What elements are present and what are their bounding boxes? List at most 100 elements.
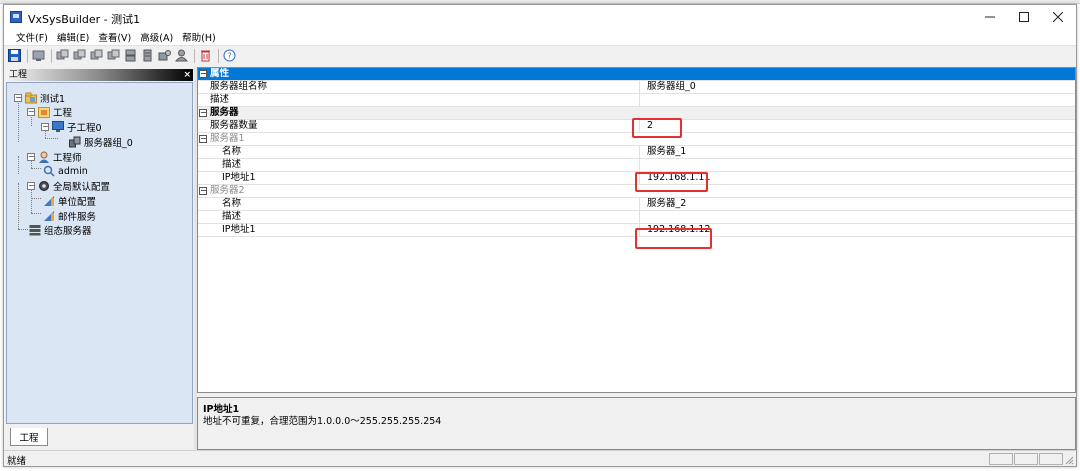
property-row[interactable]: 名称 服务器_1 — [198, 146, 1075, 159]
property-row[interactable]: 描述 — [198, 94, 1075, 107]
tree-node-root[interactable]: − 测试1 — [14, 91, 65, 105]
menu-view[interactable]: 查看(V) — [98, 30, 131, 44]
add-item-button-1[interactable] — [55, 48, 70, 63]
status-pane — [989, 453, 1013, 465]
description-text: 地址不可重复，合理范围为1.0.0.0～255.255.255.254 — [203, 416, 442, 427]
add-user-button[interactable] — [174, 48, 189, 63]
tree-line — [31, 168, 41, 169]
toolbar: ? — [4, 45, 1076, 65]
add-server-button-2[interactable] — [140, 48, 155, 63]
server-count-value[interactable]: 2 — [640, 120, 1075, 132]
status-text: 就绪 — [7, 456, 27, 467]
property-value[interactable]: 服务器_2 — [640, 198, 1075, 210]
new-project-button[interactable] — [31, 48, 46, 63]
category-server-1[interactable]: − 服务器1 — [198, 133, 1075, 146]
property-name: 名称 — [208, 198, 640, 210]
property-value[interactable] — [640, 94, 1075, 106]
save-icon — [8, 49, 21, 62]
menu-help[interactable]: 帮助(H) — [182, 30, 216, 44]
menu-edit[interactable]: 编辑(E) — [57, 30, 89, 44]
collapse-toggle[interactable]: − — [27, 108, 35, 116]
collapse-toggle[interactable]: − — [27, 182, 35, 190]
app-window: VxSysBuilder - 测试1 文件(F) 编辑(E) 查看(V) 高级(… — [3, 4, 1077, 467]
add-item-button-3[interactable] — [89, 48, 104, 63]
resize-grip-icon[interactable] — [1064, 455, 1074, 465]
server-group-icon — [69, 136, 81, 148]
pane-close-icon[interactable]: × — [183, 69, 191, 81]
add-item-button-4[interactable] — [106, 48, 121, 63]
tree-node-config-server[interactable]: 组态服务器 — [29, 223, 92, 237]
menu-advanced[interactable]: 高级(A) — [140, 30, 173, 44]
toolbar-separator — [194, 48, 195, 63]
collapse-toggle[interactable]: − — [41, 123, 49, 131]
add-item-button-2[interactable] — [72, 48, 87, 63]
tree-line — [45, 138, 58, 139]
category-server[interactable]: − 服务器 — [198, 107, 1075, 120]
delete-button[interactable] — [198, 48, 213, 63]
minimize-button[interactable] — [973, 5, 1007, 29]
property-name: 名称 — [208, 146, 640, 158]
tree-node-admin[interactable]: admin — [43, 164, 88, 178]
property-row[interactable]: 描述 — [198, 159, 1075, 172]
property-row[interactable]: IP地址1 192.168.1.11 — [198, 172, 1075, 185]
monitor-icon — [52, 121, 64, 133]
collapse-toggle[interactable]: − — [199, 135, 207, 143]
tree-line — [18, 183, 19, 229]
server-icon — [143, 49, 152, 62]
tree-node-subproject[interactable]: − 子工程0 — [41, 120, 102, 134]
collapse-toggle[interactable]: − — [199, 187, 207, 195]
menu-bar: 文件(F) 编辑(E) 查看(V) 高级(A) 帮助(H) — [4, 29, 1076, 45]
add-icon — [107, 49, 120, 60]
window-title: VxSysBuilder - 测试1 — [28, 13, 141, 26]
property-row[interactable]: 名称 服务器_2 — [198, 198, 1075, 211]
menu-file[interactable]: 文件(F) — [16, 30, 48, 44]
project-pane-header: 工程 × — [6, 69, 193, 81]
property-row[interactable]: 服务器组名称 服务器组_0 — [198, 81, 1075, 94]
property-value — [640, 107, 1075, 119]
config-icon — [43, 210, 55, 222]
category-label: 服务器 — [210, 107, 239, 118]
tree-node-server-group[interactable]: 服务器组_0 — [69, 135, 133, 149]
ip-address-value[interactable]: 192.168.1.11 — [640, 172, 1075, 184]
property-row[interactable]: IP地址1 192.168.1.12 — [198, 224, 1075, 237]
add-group-button[interactable] — [157, 48, 172, 63]
tree-node-mail-service[interactable]: 邮件服务 — [43, 209, 96, 223]
category-label: 属性 — [210, 68, 230, 79]
collapse-toggle[interactable]: − — [199, 70, 207, 78]
config-icon — [43, 195, 55, 207]
tree-node-global-config[interactable]: − 全局默认配置 — [27, 179, 110, 193]
close-button[interactable] — [1041, 5, 1075, 29]
property-value[interactable] — [640, 159, 1075, 171]
ip-address-value[interactable]: 192.168.1.12 — [640, 224, 1075, 236]
property-value[interactable] — [640, 211, 1075, 223]
maximize-button[interactable] — [1007, 5, 1041, 29]
collapse-toggle[interactable]: − — [27, 153, 35, 161]
add-server-button-1[interactable] — [123, 48, 138, 63]
tree-line — [18, 156, 19, 174]
property-name: IP地址1 — [208, 172, 640, 184]
save-button[interactable] — [7, 48, 22, 63]
collapse-toggle[interactable]: − — [199, 109, 207, 117]
tree-node-label: 服务器组_0 — [84, 138, 133, 149]
property-value[interactable]: 服务器_1 — [640, 146, 1075, 158]
category-label: 服务器1 — [210, 133, 245, 144]
tree-node-engineers[interactable]: − 工程师 — [27, 150, 82, 164]
property-value[interactable]: 服务器组_0 — [640, 81, 1075, 93]
engineer-icon — [38, 151, 50, 163]
collapse-toggle[interactable]: − — [14, 94, 22, 102]
property-row[interactable]: 服务器数量 2 — [198, 120, 1075, 133]
help-button[interactable]: ? — [222, 48, 237, 63]
property-row[interactable]: 描述 — [198, 211, 1075, 224]
toolbar-separator — [218, 48, 219, 63]
server-stack-icon — [29, 224, 41, 236]
property-name: IP地址1 — [208, 224, 640, 236]
gear-icon — [38, 180, 50, 192]
category-server-2[interactable]: − 服务器2 — [198, 185, 1075, 198]
tree-node-unit-config[interactable]: 单位配置 — [43, 194, 96, 208]
tree-node-project[interactable]: − 工程 — [27, 105, 72, 119]
delete-icon — [201, 50, 210, 62]
property-name: 描述 — [208, 159, 640, 171]
property-name: 描述 — [208, 211, 640, 223]
tab-project[interactable]: 工程 — [10, 428, 48, 446]
category-properties[interactable]: − 属性 — [198, 68, 1075, 81]
